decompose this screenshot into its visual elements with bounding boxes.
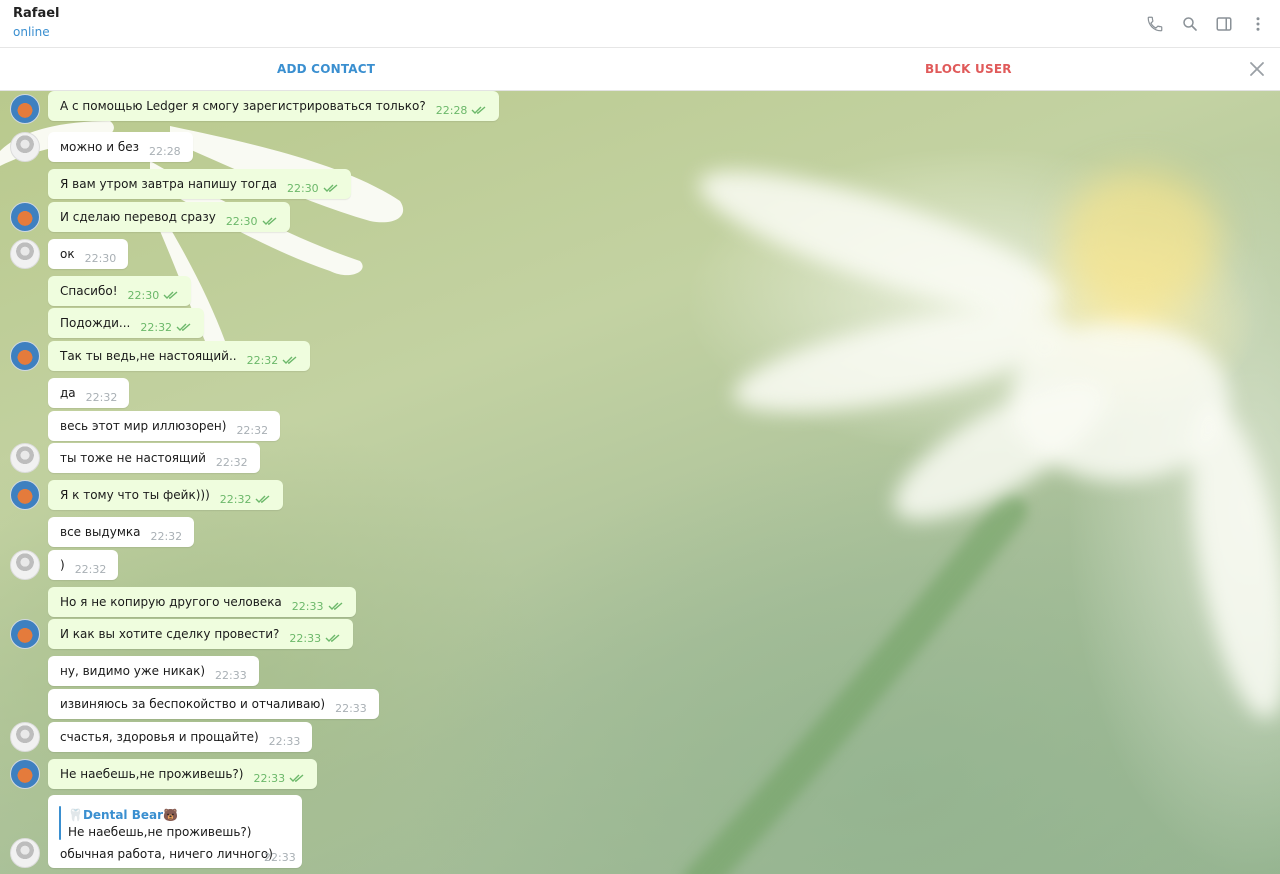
message-time: 22:33 [253, 771, 286, 785]
avatar[interactable] [10, 722, 40, 752]
message-text: Но я не копирую другого человека [60, 595, 282, 609]
read-receipt-icon [255, 494, 271, 504]
phone-icon[interactable] [1143, 12, 1167, 36]
read-receipt-icon [163, 290, 179, 300]
contact-action-bar: ADD CONTACT BLOCK USER [0, 48, 1280, 91]
message-bubble-incoming[interactable]: можно и без 22:28 [48, 132, 193, 162]
message-text: Подожди... [60, 316, 131, 330]
reply-author[interactable]: 🦷Dental Bear🐻 [68, 808, 178, 822]
avatar[interactable] [10, 132, 40, 162]
message-bubble-outgoing[interactable]: Но я не копирую другого человека 22:33 [48, 587, 356, 617]
message-time: 22:30 [84, 251, 117, 265]
message-text: можно и без [60, 140, 139, 154]
message-bubble-outgoing[interactable]: А с помощью Ledger я смогу зарегистриров… [48, 91, 500, 121]
message-bubble-incoming[interactable]: счастья, здоровья и прощайте) 22:33 [48, 722, 313, 752]
message-text: ну, видимо уже никак) [60, 664, 206, 678]
message-bubble-incoming[interactable]: ) 22:32 [48, 550, 119, 580]
message-bubble-incoming[interactable]: ок 22:30 [48, 239, 129, 269]
search-icon[interactable] [1178, 12, 1202, 36]
message-text: ты тоже не настоящий [60, 451, 206, 465]
message-text: Не наебешь,не проживешь?) [60, 767, 244, 781]
avatar[interactable] [10, 480, 40, 510]
avatar[interactable] [10, 550, 40, 580]
read-receipt-icon [325, 633, 341, 643]
message-time: 22:33 [264, 851, 296, 864]
read-receipt-icon [176, 322, 192, 332]
reply-quoted-text[interactable]: Не наебешь,не проживешь?) [68, 825, 251, 839]
peer-name[interactable]: Rafael [13, 6, 59, 21]
message-bubble-outgoing[interactable]: И сделаю перевод сразу 22:30 [48, 202, 290, 232]
peer-status: online [13, 25, 50, 39]
add-contact-button[interactable]: ADD CONTACT [277, 62, 375, 76]
reply-quote-bar [59, 806, 61, 840]
message-bubble-incoming[interactable]: извиняюсь за беспокойство и отчаливаю) 2… [48, 689, 379, 719]
sidebar-toggle-icon[interactable] [1212, 12, 1236, 36]
message-text: извиняюсь за беспокойство и отчаливаю) [60, 697, 326, 711]
message-bubble-outgoing[interactable]: И как вы хотите сделку провести? 22:33 [48, 619, 354, 649]
read-receipt-icon [289, 773, 305, 783]
message-bubble-incoming-reply[interactable]: 🦷Dental Bear🐻 Не наебешь,не проживешь?) … [48, 795, 302, 868]
message-text: весь этот мир иллюзорен) [60, 419, 227, 433]
message-time: 22:30 [225, 214, 258, 228]
message-time: 22:32 [219, 492, 252, 506]
message-bubble-incoming[interactable]: все выдумка 22:32 [48, 517, 195, 547]
message-text: А с помощью Ledger я смогу зарегистриров… [60, 99, 426, 113]
message-time: 22:32 [246, 353, 279, 367]
message-text: Спасибо! [60, 284, 118, 298]
message-bubble-outgoing[interactable]: Подожди... 22:32 [48, 308, 205, 338]
message-text: все выдумка [60, 525, 141, 539]
avatar[interactable] [10, 759, 40, 789]
message-time: 22:33 [268, 734, 301, 748]
avatar[interactable] [10, 239, 40, 269]
avatar[interactable] [10, 838, 40, 868]
message-bubble-outgoing[interactable]: Спасибо! 22:30 [48, 276, 192, 306]
read-receipt-icon [323, 183, 339, 193]
avatar[interactable] [10, 94, 40, 124]
close-icon[interactable] [1247, 59, 1267, 79]
message-text: ) [60, 558, 65, 572]
message-bubble-incoming[interactable]: ты тоже не настоящий 22:32 [48, 443, 260, 473]
message-bubble-outgoing[interactable]: Не наебешь,не проживешь?) 22:33 [48, 759, 318, 789]
read-receipt-icon [282, 355, 298, 365]
avatar[interactable] [10, 619, 40, 649]
message-text: обычная работа, ничего личного) [60, 847, 273, 861]
message-time: 22:28 [435, 103, 468, 117]
message-bubble-incoming[interactable]: весь этот мир иллюзорен) 22:32 [48, 411, 281, 441]
message-time: 22:33 [335, 701, 367, 715]
avatar[interactable] [10, 341, 40, 371]
more-vertical-icon[interactable] [1246, 12, 1270, 36]
message-text: да [60, 386, 76, 400]
message-text: ок [60, 247, 75, 261]
block-user-button[interactable]: BLOCK USER [925, 62, 1012, 76]
message-bubble-outgoing[interactable]: Так ты ведь,не настоящий.. 22:32 [48, 341, 311, 371]
read-receipt-icon [328, 601, 344, 611]
read-receipt-icon [471, 105, 487, 115]
message-time: 22:33 [289, 631, 322, 645]
chat-header: Rafael online [0, 0, 1280, 48]
message-time: 22:28 [148, 144, 181, 158]
message-time: 22:32 [150, 529, 183, 543]
message-time: 22:32 [74, 562, 107, 576]
message-time: 22:30 [286, 181, 319, 195]
read-receipt-icon [262, 216, 278, 226]
message-text: счастья, здоровья и прощайте) [60, 730, 259, 744]
message-time: 22:32 [215, 455, 248, 469]
message-text: Я вам утром завтра напишу тогда [60, 177, 277, 191]
message-time: 22:32 [140, 320, 173, 334]
message-time: 22:33 [291, 599, 324, 613]
message-text: Я к тому что ты фейк))) [60, 488, 210, 502]
avatar[interactable] [10, 202, 40, 232]
message-bubble-outgoing[interactable]: Я к тому что ты фейк))) 22:32 [48, 480, 284, 510]
message-bubble-outgoing[interactable]: Я вам утром завтра напишу тогда 22:30 [48, 169, 351, 199]
message-bubble-incoming[interactable]: ну, видимо уже никак) 22:33 [48, 656, 259, 686]
message-bubble-incoming[interactable]: да 22:32 [48, 378, 130, 408]
message-time: 22:33 [215, 668, 247, 682]
message-text: И сделаю перевод сразу [60, 210, 216, 224]
message-text: И как вы хотите сделку провести? [60, 627, 280, 641]
message-time: 22:32 [85, 390, 118, 404]
message-text: Так ты ведь,не настоящий.. [60, 349, 237, 363]
message-time: 22:32 [236, 423, 269, 437]
avatar[interactable] [10, 443, 40, 473]
message-time: 22:30 [127, 288, 160, 302]
